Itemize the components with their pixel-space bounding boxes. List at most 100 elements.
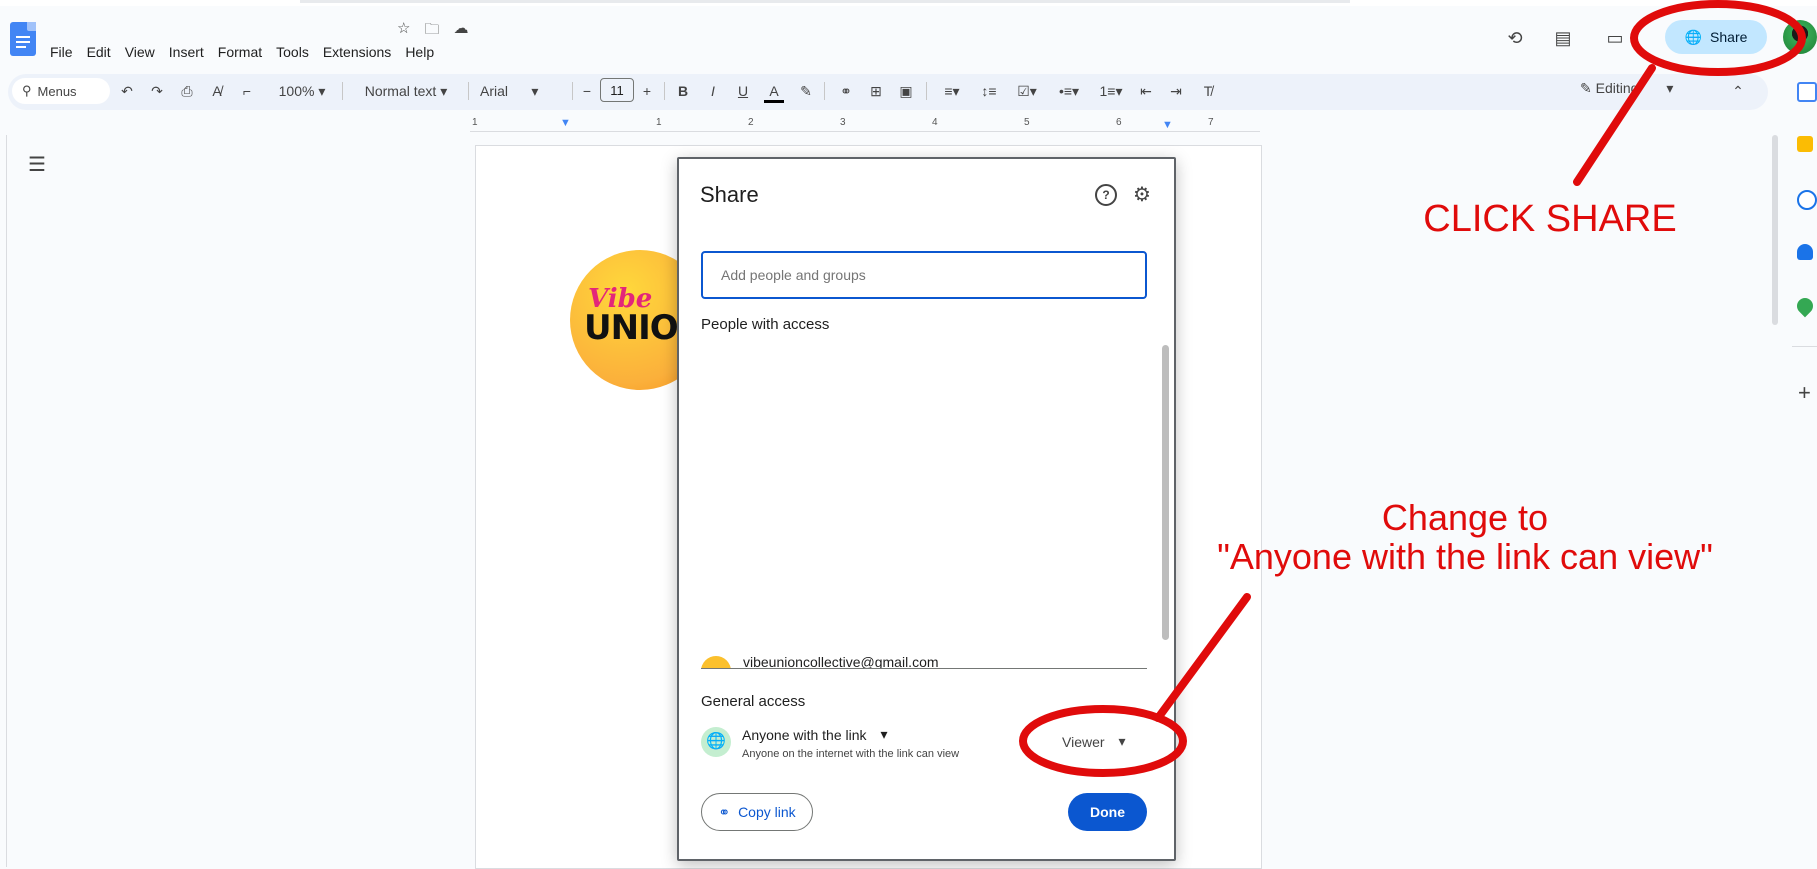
menu-extensions[interactable]: Extensions: [316, 44, 398, 60]
menu-tools[interactable]: Tools: [269, 44, 316, 60]
menu-file[interactable]: File: [44, 44, 80, 60]
paint-format-icon[interactable]: ⌐: [238, 80, 256, 102]
ruler[interactable]: 1 1 2 3 4 5 6 7 ▼ ▼: [470, 117, 1260, 132]
globe-icon: 🌐: [1684, 28, 1703, 45]
bold-button[interactable]: B: [674, 80, 692, 102]
comment-icon[interactable]: ▤: [1551, 26, 1575, 50]
menu-edit[interactable]: Edit: [80, 44, 118, 60]
contacts-icon[interactable]: [1797, 244, 1813, 260]
undo-icon[interactable]: ↶: [118, 80, 136, 102]
account-avatar[interactable]: [1783, 20, 1817, 54]
title-actions: ☆ 🗀 ☁: [397, 19, 468, 44]
spellcheck-icon[interactable]: A̸: [208, 80, 226, 102]
text-color-button[interactable]: A: [764, 80, 784, 103]
share-button[interactable]: 🌐 Share: [1665, 20, 1767, 54]
ruler-label: 7: [1208, 117, 1214, 128]
menu-view[interactable]: View: [118, 44, 162, 60]
print-icon[interactable]: ⎙: [178, 80, 196, 102]
chevron-down-icon: ▾: [1118, 733, 1126, 749]
browser-top-strip: [0, 0, 1817, 6]
meet-icon[interactable]: ▭: [1603, 26, 1627, 50]
bullet-list-icon[interactable]: •≡▾: [1052, 80, 1086, 102]
tasks-icon[interactable]: [1797, 190, 1817, 210]
person-email: vibeunioncollective@gmail.com: [743, 654, 939, 669]
align-icon[interactable]: ≡▾: [936, 80, 968, 102]
style-value: Normal text: [364, 83, 437, 99]
move-folder-icon[interactable]: 🗀: [424, 19, 439, 44]
style-select[interactable]: Normal text ▾: [356, 80, 456, 102]
font-value: Arial: [480, 83, 509, 99]
menus-search[interactable]: ⚲ Menus: [12, 78, 110, 104]
add-icon[interactable]: +: [1798, 380, 1811, 406]
dialog-title: Share: [700, 182, 759, 207]
person-row[interactable]: vibeunioncollective@gmail.com: [701, 650, 1147, 669]
role-select[interactable]: Viewer ▾: [1062, 733, 1126, 750]
line-spacing-icon[interactable]: ↕≡: [978, 80, 1000, 102]
increase-font-button[interactable]: +: [638, 80, 656, 102]
star-icon[interactable]: ☆: [397, 19, 410, 44]
access-type-select[interactable]: Anyone with the link ▾: [742, 726, 888, 743]
docs-logo-icon[interactable]: [10, 22, 36, 56]
cloud-status-icon[interactable]: ☁: [453, 19, 468, 44]
editing-mode-label: Editing: [1595, 80, 1639, 96]
change-to-annotation: Change to: [1381, 497, 1549, 538]
clear-formatting-icon[interactable]: T̸: [1198, 80, 1218, 102]
share-button-label: Share: [1710, 29, 1748, 45]
decrease-font-button[interactable]: −: [578, 80, 596, 102]
menu-help[interactable]: Help: [398, 44, 441, 60]
menu-bar: File Edit View Insert Format Tools Exten…: [44, 44, 441, 60]
add-people-input[interactable]: [701, 251, 1147, 299]
person-avatar: [701, 656, 731, 668]
image-icon[interactable]: ▣: [896, 80, 916, 102]
side-divider: [1792, 346, 1817, 347]
side-panel: [1782, 70, 1817, 867]
font-select[interactable]: Arial ▾: [480, 80, 560, 102]
calendar-icon[interactable]: [1797, 82, 1817, 102]
done-button[interactable]: Done: [1068, 793, 1147, 831]
chevron-down-icon: ▾: [1666, 80, 1674, 96]
help-icon[interactable]: ?: [1095, 184, 1117, 206]
numbered-list-icon[interactable]: 1≡▾: [1094, 80, 1128, 102]
click-share-annotation: CLICK SHARE: [1423, 198, 1677, 240]
link-icon[interactable]: ⚭: [836, 80, 856, 102]
redo-icon[interactable]: ↷: [148, 80, 166, 102]
gear-icon[interactable]: ⚙: [1133, 182, 1151, 207]
link-icon: ⚭: [718, 803, 731, 820]
role-label: Viewer: [1062, 733, 1105, 750]
outline-icon[interactable]: ☰: [28, 152, 46, 177]
general-access-heading: General access: [701, 693, 806, 710]
add-comment-icon[interactable]: ⊞: [866, 80, 886, 102]
chevron-down-icon: ▾: [880, 726, 888, 742]
indent-marker-icon[interactable]: ▼: [560, 117, 571, 129]
editing-mode-select[interactable]: ✎ Editing ▾: [1580, 80, 1673, 97]
logo-bottom-text: UNIO: [584, 308, 679, 348]
highlight-icon[interactable]: ✎: [797, 80, 815, 102]
pencil-icon: ✎: [1580, 80, 1592, 96]
right-indent-marker-icon[interactable]: ▼: [1162, 119, 1173, 131]
menu-insert[interactable]: Insert: [162, 44, 211, 60]
history-icon[interactable]: ⟲: [1503, 26, 1527, 50]
keep-icon[interactable]: [1797, 136, 1813, 152]
access-type-label: Anyone with the link: [742, 726, 867, 743]
zoom-select[interactable]: 100% ▾: [272, 80, 332, 102]
underline-button[interactable]: U: [734, 80, 752, 102]
page-scrollbar[interactable]: [1772, 135, 1778, 325]
access-description: Anyone on the internet with the link can…: [742, 748, 960, 760]
menu-format[interactable]: Format: [211, 44, 269, 60]
dialog-scrollbar[interactable]: [1162, 345, 1169, 640]
search-icon: ⚲: [22, 83, 32, 98]
italic-button[interactable]: I: [704, 80, 722, 102]
increase-indent-icon[interactable]: ⇥: [1166, 80, 1186, 102]
ruler-label: 4: [932, 117, 938, 128]
copy-link-button[interactable]: ⚭ Copy link: [701, 793, 813, 831]
ruler-label: 5: [1024, 117, 1030, 128]
ruler-label: 3: [840, 117, 846, 128]
ruler-label: 1: [656, 117, 662, 128]
menus-search-label: Menus: [37, 83, 77, 99]
decrease-indent-icon[interactable]: ⇤: [1136, 80, 1156, 102]
anyone-with-link-annotation: "Anyone with the link can view": [1217, 536, 1713, 577]
font-size-input[interactable]: 11: [600, 78, 634, 102]
collapse-toolbar-icon[interactable]: ⌃: [1728, 80, 1748, 102]
zoom-value: 100%: [278, 83, 315, 99]
checklist-icon[interactable]: ☑▾: [1010, 80, 1044, 102]
